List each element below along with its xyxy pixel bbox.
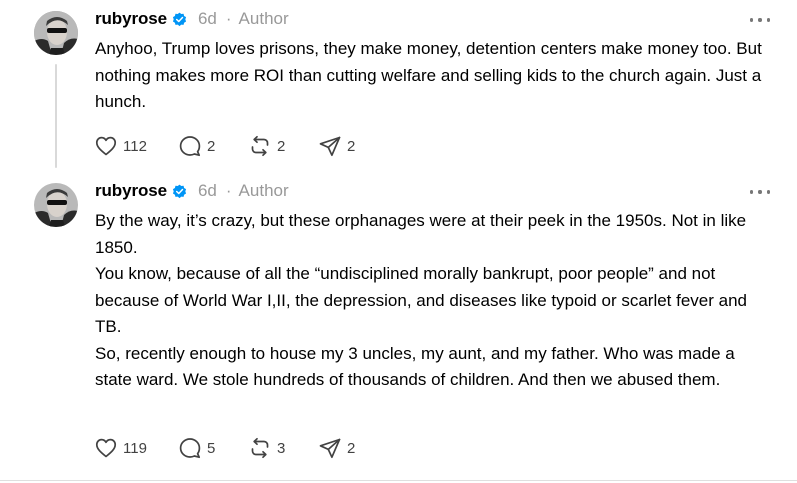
post-paragraph: By the way, it’s crazy, but these orphan… xyxy=(95,211,747,257)
more-options-icon[interactable] xyxy=(750,17,770,23)
verified-badge-icon xyxy=(172,184,187,198)
reply-button[interactable]: 2 xyxy=(178,134,248,158)
thread-connector-line xyxy=(55,64,57,168)
separator-dot: · xyxy=(225,181,232,200)
post-paragraph: So, recently enough to house my 3 uncles… xyxy=(95,343,735,390)
share-count: 2 xyxy=(347,439,356,457)
repost-button[interactable]: 3 xyxy=(248,436,318,460)
comment-icon xyxy=(179,136,201,157)
post-divider xyxy=(0,480,797,481)
repost-button[interactable]: 2 xyxy=(248,134,318,158)
post-actions: 112 2 2 2 xyxy=(94,134,378,158)
username[interactable]: rubyrose xyxy=(95,181,167,201)
avatar[interactable] xyxy=(34,11,78,55)
reply-button[interactable]: 5 xyxy=(178,436,248,460)
post-actions: 119 5 3 2 xyxy=(94,436,378,460)
like-count: 119 xyxy=(123,439,147,457)
avatar-image xyxy=(34,183,78,227)
verified-badge-icon xyxy=(172,12,187,26)
post-paragraph: Anyhoo, Trump loves prisons, they make m… xyxy=(95,39,762,111)
send-icon xyxy=(319,136,341,157)
reply-count: 2 xyxy=(207,137,216,155)
username[interactable]: rubyrose xyxy=(95,9,167,29)
post-header: rubyrose 6d · Author xyxy=(95,8,289,30)
post-body: By the way, it’s crazy, but these orphan… xyxy=(95,208,775,394)
post-time[interactable]: 6d xyxy=(198,181,217,201)
heart-icon xyxy=(95,136,117,156)
heart-icon xyxy=(95,438,117,458)
share-button[interactable]: 2 xyxy=(318,134,378,158)
separator-dot: · xyxy=(225,9,232,28)
repost-count: 3 xyxy=(277,439,286,457)
more-options-icon[interactable] xyxy=(750,189,770,195)
avatar[interactable] xyxy=(34,183,78,227)
like-count: 112 xyxy=(123,137,147,155)
send-icon xyxy=(319,438,341,459)
repost-icon xyxy=(251,437,269,459)
like-button[interactable]: 119 xyxy=(94,436,178,460)
avatar-image xyxy=(34,11,78,55)
share-button[interactable]: 2 xyxy=(318,436,378,460)
share-count: 2 xyxy=(347,137,356,155)
thread-post: rubyrose 6d · Author By the way, it’s cr… xyxy=(0,175,797,475)
post-body: Anyhoo, Trump loves prisons, they make m… xyxy=(95,36,775,116)
repost-count: 2 xyxy=(277,137,286,155)
repost-icon xyxy=(251,135,269,157)
post-time[interactable]: 6d xyxy=(198,9,217,29)
like-button[interactable]: 112 xyxy=(94,134,178,158)
author-label: Author xyxy=(238,181,289,200)
post-paragraph: You know, because of all the “undiscipli… xyxy=(95,264,748,336)
thread-post: rubyrose 6d · Author Anyhoo, Trump loves… xyxy=(0,0,797,175)
post-header: rubyrose 6d · Author xyxy=(95,180,289,202)
reply-count: 5 xyxy=(207,439,216,457)
comment-icon xyxy=(179,438,201,459)
author-label: Author xyxy=(238,9,289,28)
